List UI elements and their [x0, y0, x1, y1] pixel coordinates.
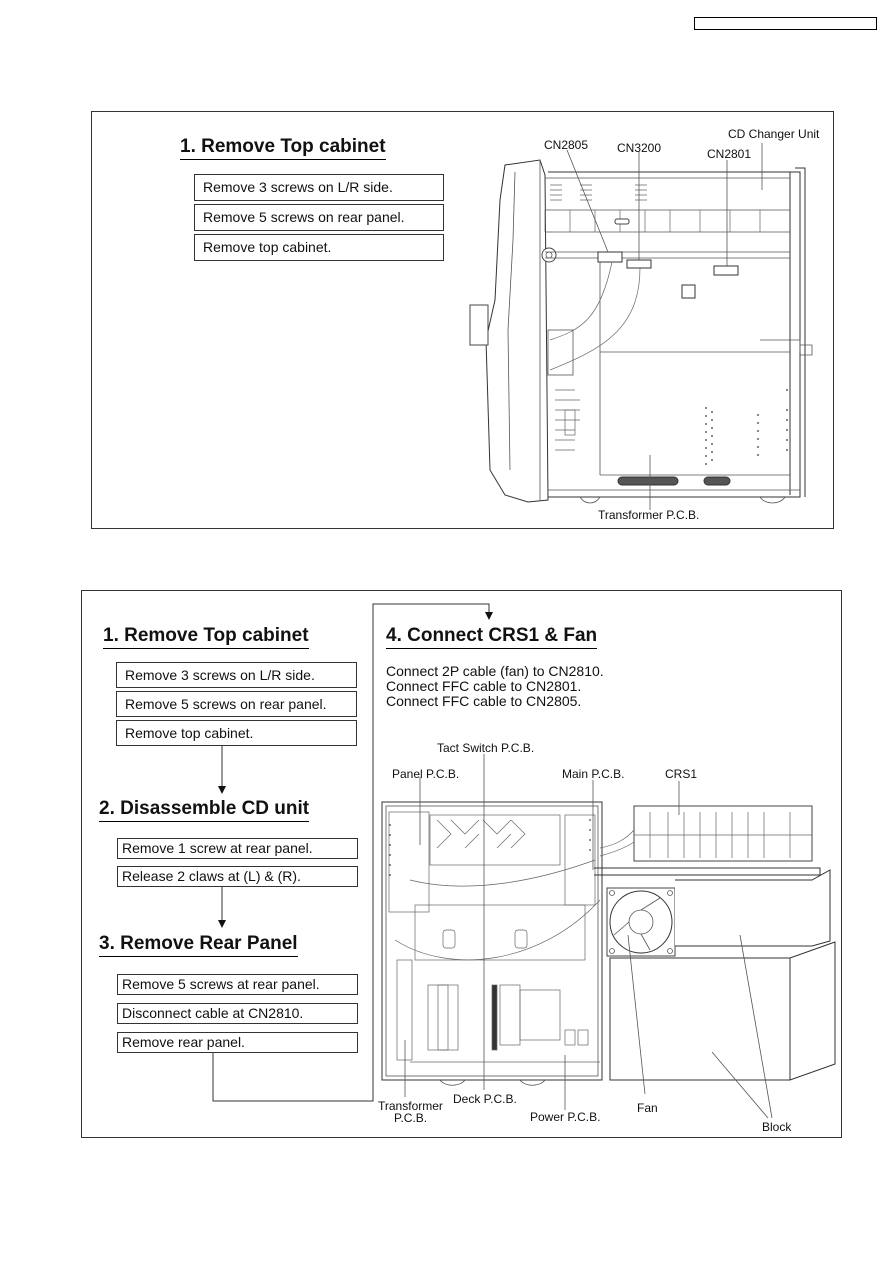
bottom-unit-top-view-diagram	[381, 754, 836, 1119]
callout-transformer-pcb-line2: P.C.B.	[394, 1111, 428, 1125]
callout-tact-switch-pcb: Tact Switch P.C.B.	[437, 741, 535, 755]
callout-fan: Fan	[637, 1101, 658, 1115]
fan	[606, 887, 676, 957]
callout-crs1: CRS1	[665, 767, 698, 781]
callout-deck-pcb: Deck P.C.B.	[453, 1092, 517, 1106]
crs1-unit	[594, 805, 821, 876]
callout-main-pcb: Main P.C.B.	[562, 767, 625, 781]
callout-power-pcb: Power P.C.B.	[530, 1110, 601, 1124]
callout-panel-pcb: Panel P.C.B.	[392, 767, 460, 781]
callout-block: Block	[762, 1120, 792, 1134]
